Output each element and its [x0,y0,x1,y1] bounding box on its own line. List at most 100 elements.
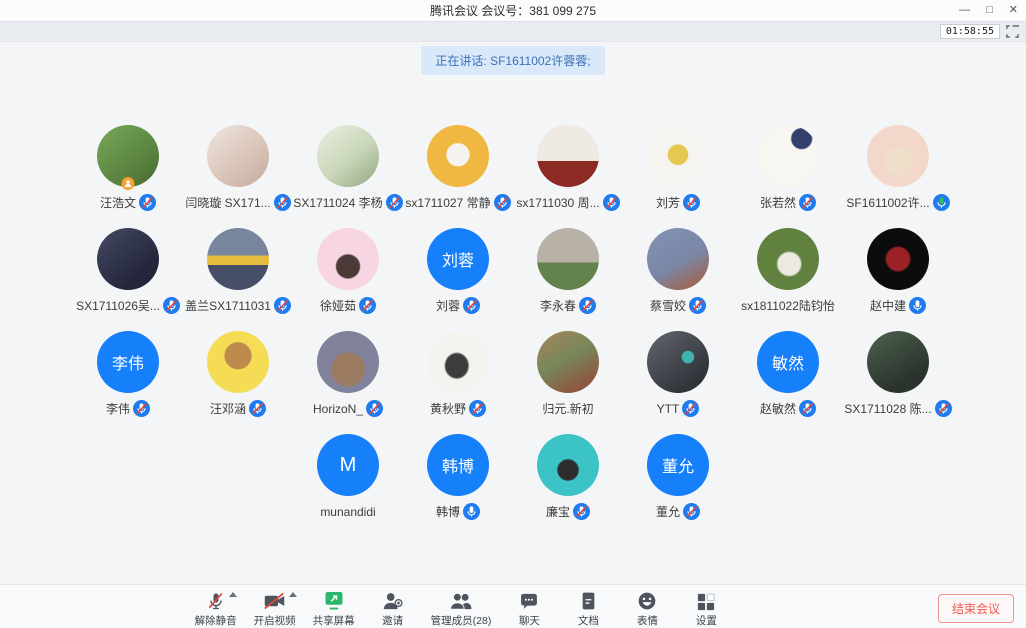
avatar [537,125,599,187]
mic-status-icon[interactable] [133,400,150,417]
participant-name-row: 廉宝 [546,503,590,520]
speaking-banner: 正在讲话: SF1611002许蓉蓉; [421,46,604,75]
avatar [317,228,379,290]
fullscreen-icon[interactable] [1006,25,1019,38]
participant-cell[interactable]: 盖兰SX1711031 [183,228,293,314]
participant-cell[interactable]: 刘芳 [623,125,733,211]
mic-status-icon[interactable] [579,297,596,314]
settings-button[interactable]: 设置 [685,590,727,628]
mic-status-icon[interactable] [249,400,266,417]
participant-name-row: sx1811022陆钧怡 [741,297,835,314]
participant-name-row: 李伟 [106,400,150,417]
avatar [97,228,159,290]
avatar [757,228,819,290]
mic-status-icon[interactable] [139,194,156,211]
avatar [207,125,269,187]
participant-cell[interactable]: 张若然 [733,125,843,211]
participant-cell[interactable]: HorizoN_ [293,331,403,417]
mic-status-icon[interactable] [799,194,816,211]
avatar [647,331,709,393]
participant-cell[interactable]: 李伟 李伟 [73,331,183,417]
chevron-up-icon[interactable] [229,592,237,597]
mic-status-icon[interactable] [463,503,480,520]
mic-status-icon[interactable] [603,194,620,211]
participant-cell[interactable]: 蔡雪姣 [623,228,733,314]
participant-cell[interactable]: 归元.新初 [513,331,623,417]
participant-cell[interactable]: 汪浩文 [73,125,183,211]
mic-status-icon[interactable] [359,297,376,314]
mic-status-icon[interactable] [463,297,480,314]
participant-name-row: 蔡雪姣 [650,297,706,314]
mic-status-icon[interactable] [366,400,383,417]
minimize-icon[interactable]: — [959,5,970,16]
mic-status-icon[interactable] [469,400,486,417]
participant-cell[interactable]: 徐娅茹 [293,228,403,314]
participant-cell[interactable]: SF1611002许... [843,125,953,211]
participant-cell[interactable]: 刘蓉 刘蓉 [403,228,513,314]
participant-name: 黄秋野 [430,400,466,417]
settings-icon [697,590,715,611]
participant-name: 盖兰SX1711031 [185,297,271,314]
participant-cell[interactable]: 廉宝 [513,434,623,520]
participant-name-row: sx1711027 常静 [405,194,510,211]
mic-status-icon[interactable] [682,400,699,417]
chat-button[interactable]: 聊天 [508,590,550,628]
participant-cell[interactable]: 黄秋野 [403,331,513,417]
mic-status-icon[interactable] [799,400,816,417]
participant-cell[interactable]: SX1711024 李杨 [293,125,403,211]
documents-button[interactable]: 文档 [567,590,609,628]
participant-cell[interactable]: 敏然 赵敏然 [733,331,843,417]
reactions-button[interactable]: 表情 [626,590,668,628]
participant-name: 李伟 [106,400,130,417]
participant-cell[interactable]: YTT [623,331,733,417]
end-meeting-button[interactable]: 结束会议 [938,594,1014,623]
mic-status-icon[interactable] [909,297,926,314]
share-screen-icon [323,590,345,611]
invite-button[interactable]: 邀请 [372,590,414,628]
participant-cell[interactable]: M munandidi [293,434,403,520]
mic-status-icon[interactable] [683,503,700,520]
participant-name: SX1711028 陈... [844,400,931,417]
share-screen-label: 共享屏幕 [313,613,355,628]
participant-cell[interactable]: 董允 董允 [623,434,733,520]
close-icon[interactable]: ✕ [1009,5,1018,16]
participant-name-row: sx1711030 周... [516,194,619,211]
participant-cell[interactable]: 韩博 韩博 [403,434,513,520]
share-screen-button[interactable]: 共享屏幕 [313,590,355,628]
participant-cell[interactable]: 闫晓璇 SX171... [183,125,293,211]
participant-cell[interactable]: 汪邓涵 [183,331,293,417]
document-icon [580,590,597,611]
mic-status-icon[interactable] [386,194,403,211]
mic-muted-icon [206,590,226,611]
mic-status-icon[interactable] [933,194,950,211]
participant-cell[interactable]: 赵中建 [843,228,953,314]
mic-status-icon[interactable] [163,297,180,314]
participant-name: SF1611002许... [846,194,929,211]
participant-cell[interactable]: 李永春 [513,228,623,314]
maximize-icon[interactable]: □ [986,5,993,16]
mic-status-icon[interactable] [683,194,700,211]
manage-members-button[interactable]: 管理成员(28) [431,590,492,628]
unmute-button[interactable]: 解除静音 [195,590,237,628]
participant-cell[interactable]: SX1711026吴... [73,228,183,314]
participant-cell[interactable]: sx1711030 周... [513,125,623,211]
avatar: M [317,434,379,496]
participant-name-row: 韩博 [436,503,480,520]
mic-status-icon[interactable] [274,194,291,211]
participant-cell[interactable]: sx1811022陆钧怡 [733,228,843,314]
chevron-up-icon[interactable] [289,592,297,597]
participant-cell[interactable]: SX1711028 陈... [843,331,953,417]
camera-off-icon [263,590,286,611]
participant-name: YTT [657,402,680,416]
mic-status-icon[interactable] [274,297,291,314]
mic-status-icon[interactable] [573,503,590,520]
participant-name: 徐娅茹 [320,297,356,314]
mic-status-icon[interactable] [935,400,952,417]
start-video-button[interactable]: 开启视频 [254,590,296,628]
participant-row-2: SX1711026吴... 盖兰SX1711031 [0,228,1026,314]
participant-name: 闫晓璇 SX171... [185,194,270,211]
mic-status-icon[interactable] [494,194,511,211]
participant-cell[interactable]: sx1711027 常静 [403,125,513,211]
mic-status-icon[interactable] [689,297,706,314]
participant-name-row: munandidi [320,503,375,520]
